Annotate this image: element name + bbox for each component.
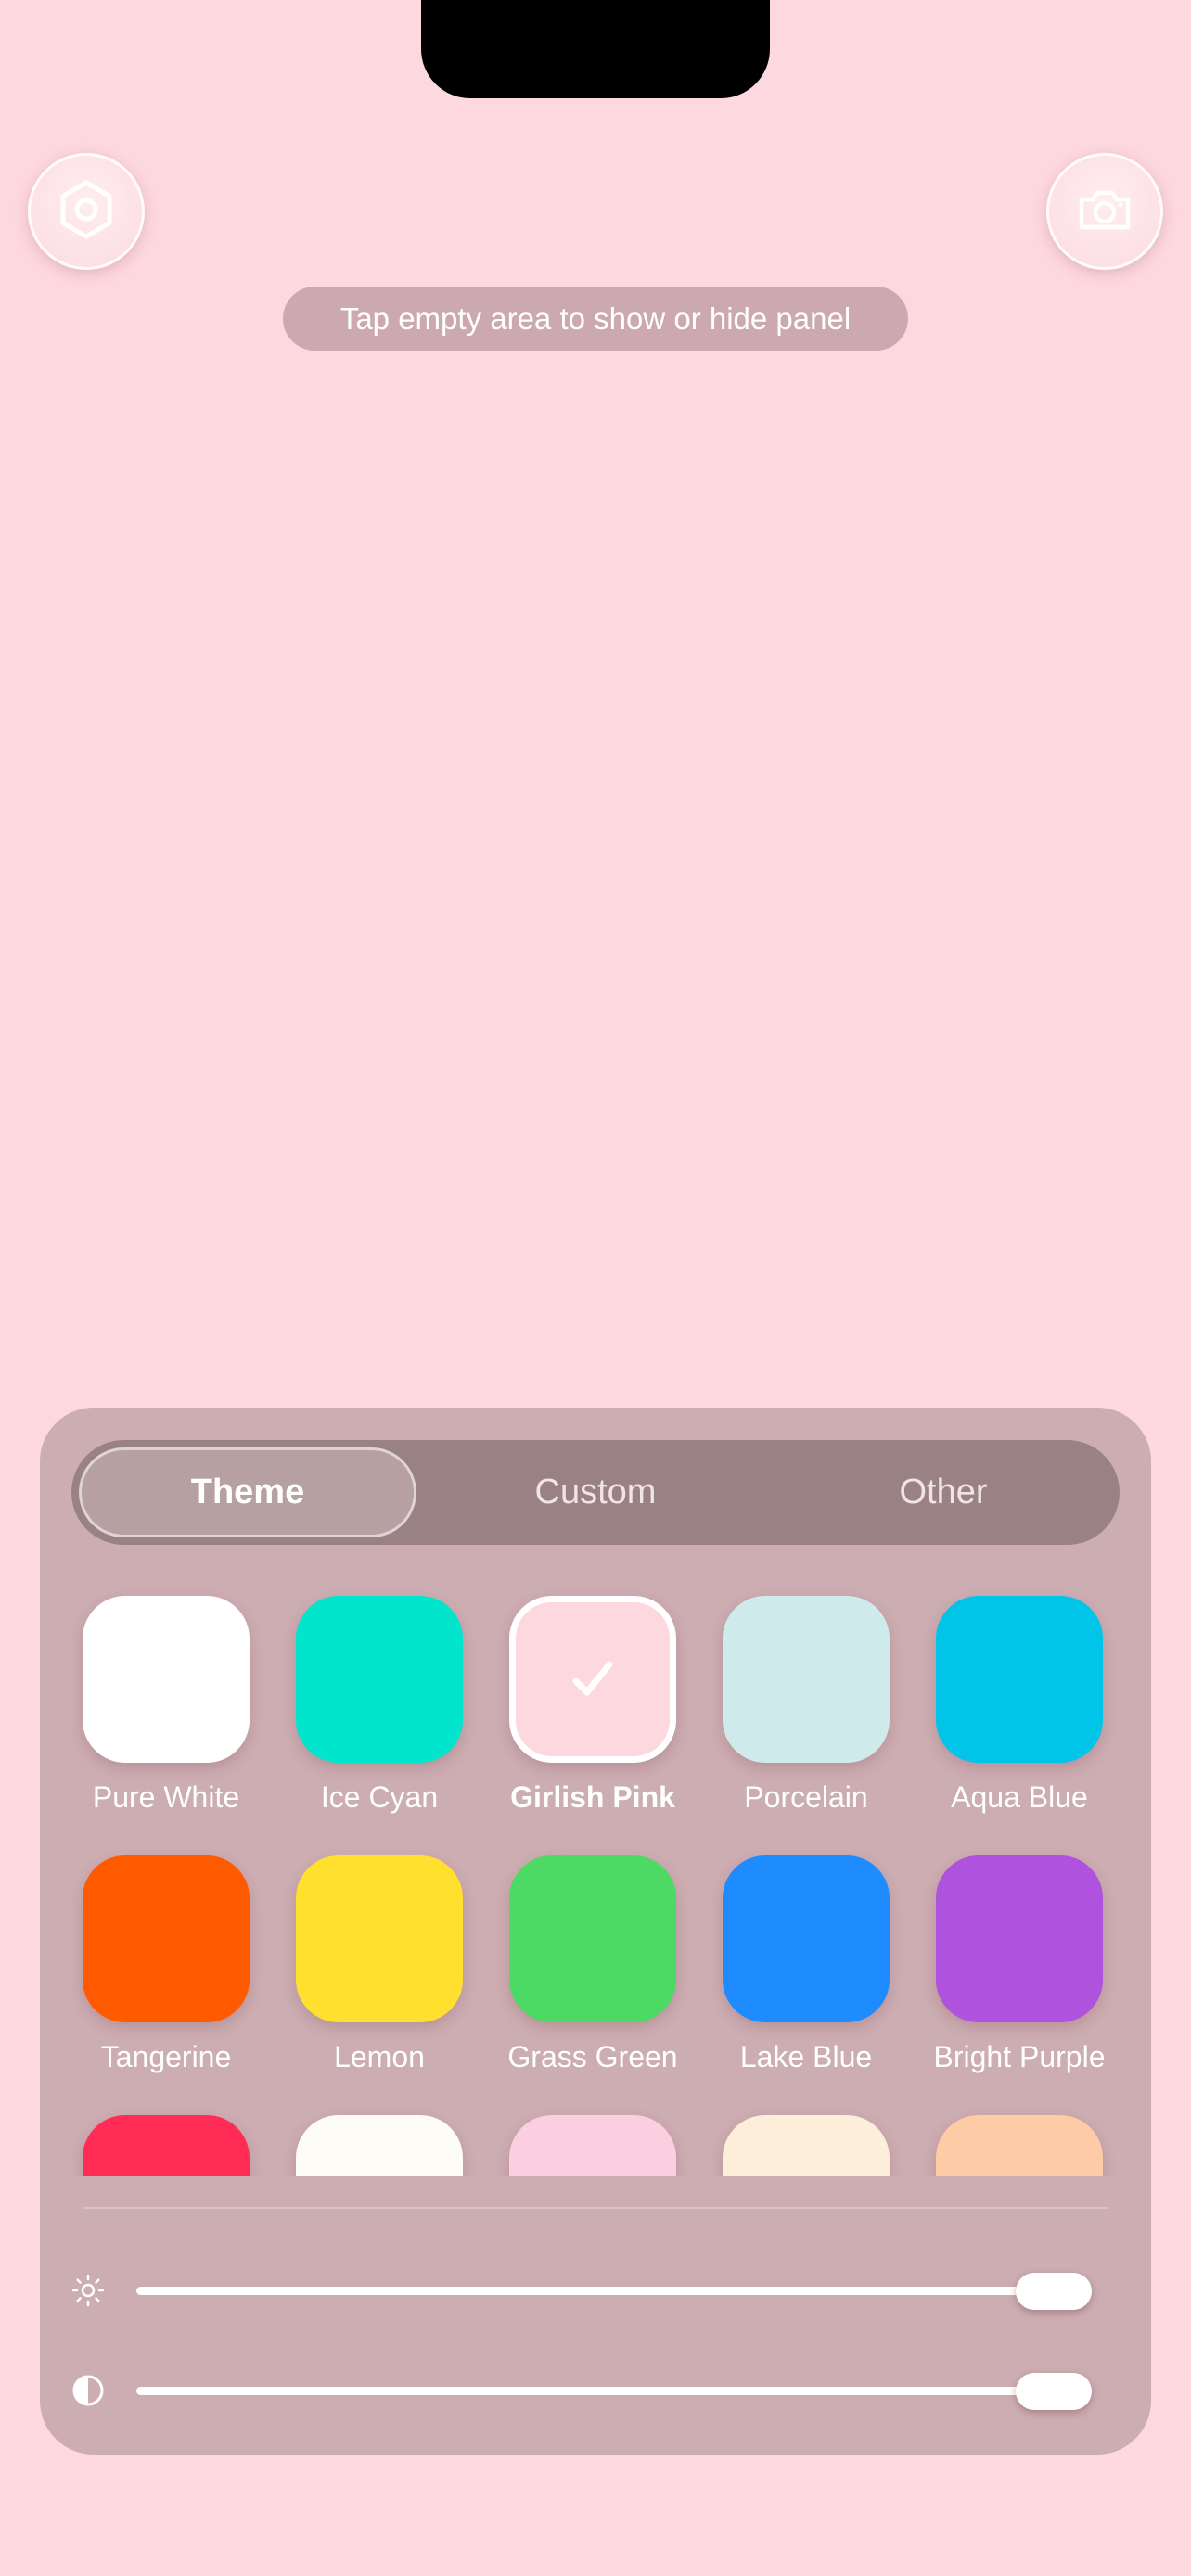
swatch-item[interactable]: Porcelain [701, 1596, 905, 1828]
color-swatch[interactable] [509, 1855, 676, 2022]
swatch-item[interactable]: Pure White [61, 1596, 265, 1828]
contrast-thumb[interactable] [1016, 2373, 1092, 2410]
swatch-item[interactable]: Tangerine [61, 1855, 265, 2087]
swatch-label: Pure White [92, 1780, 240, 1814]
color-swatch[interactable] [296, 2115, 463, 2176]
tab-theme[interactable]: Theme [79, 1447, 416, 1537]
color-swatch[interactable] [723, 1855, 890, 2022]
settings-hexagon-icon [56, 179, 117, 245]
tab-custom[interactable]: Custom [427, 1447, 764, 1537]
sun-icon [71, 2274, 105, 2307]
dynamic-island [421, 0, 770, 98]
swatch-item[interactable] [915, 2115, 1119, 2176]
color-swatch[interactable] [509, 2115, 676, 2176]
checkmark-icon [572, 1661, 613, 1696]
hint-toast: Tap empty area to show or hide panel [283, 287, 908, 351]
swatch-label: Aqua Blue [951, 1780, 1088, 1814]
swatch-label: Bright Purple [933, 2040, 1106, 2073]
color-swatch[interactable] [83, 2115, 250, 2176]
tab-other[interactable]: Other [775, 1447, 1112, 1537]
swatch-label: Girlish Pink [510, 1780, 675, 1814]
contrast-slider[interactable] [71, 2363, 1120, 2418]
swatch-item[interactable] [61, 2115, 265, 2176]
swatch-label: Lake Blue [739, 2040, 873, 2073]
swatch-item[interactable]: Grass Green [488, 1855, 692, 2087]
swatch-item[interactable]: Lemon [275, 1855, 479, 2087]
segmented-control: Theme Custom Other [71, 1440, 1120, 1545]
color-swatch[interactable] [83, 1855, 250, 2022]
brightness-track[interactable] [136, 2287, 1092, 2295]
swatch-item[interactable] [275, 2115, 479, 2176]
swatch-item[interactable]: Aqua Blue [915, 1596, 1119, 1828]
swatch-label: Lemon [334, 2040, 425, 2073]
color-swatch[interactable] [296, 1596, 463, 1763]
color-swatch[interactable] [83, 1596, 250, 1763]
swatch-item[interactable]: Lake Blue [701, 1855, 905, 2087]
contrast-track[interactable] [136, 2387, 1092, 2395]
color-swatch[interactable] [509, 1596, 676, 1763]
color-swatch[interactable] [936, 1596, 1103, 1763]
color-swatch[interactable] [723, 1596, 890, 1763]
half-circle-icon [71, 2374, 105, 2407]
camera-button[interactable] [1046, 153, 1163, 270]
brightness-thumb[interactable] [1016, 2273, 1092, 2310]
panel-divider [83, 2207, 1108, 2209]
settings-button[interactable] [28, 153, 145, 270]
swatch-item[interactable]: Girlish Pink [488, 1596, 692, 1828]
brightness-slider[interactable] [71, 2263, 1120, 2318]
swatch-item[interactable]: Ice Cyan [275, 1596, 479, 1828]
color-swatch[interactable] [936, 1855, 1103, 2022]
color-swatch[interactable] [936, 2115, 1103, 2176]
swatch-grid[interactable]: Pure White Ice Cyan Girlish Pink Porcelain A… [40, 1545, 1151, 2176]
swatch-label: Porcelain [744, 1780, 868, 1814]
swatch-label: Ice Cyan [320, 1780, 439, 1814]
color-swatch[interactable] [723, 2115, 890, 2176]
swatch-item[interactable]: Bright Purple [915, 1855, 1119, 2087]
swatch-label: Tangerine [100, 2040, 232, 2073]
camera-icon [1074, 179, 1135, 245]
theme-panel: Theme Custom Other Pure White Ice Cyan Gir… [40, 1408, 1151, 2455]
color-swatch[interactable] [296, 1855, 463, 2022]
swatch-label: Grass Green [507, 2040, 678, 2073]
swatch-item[interactable] [488, 2115, 692, 2176]
swatch-item[interactable] [701, 2115, 905, 2176]
